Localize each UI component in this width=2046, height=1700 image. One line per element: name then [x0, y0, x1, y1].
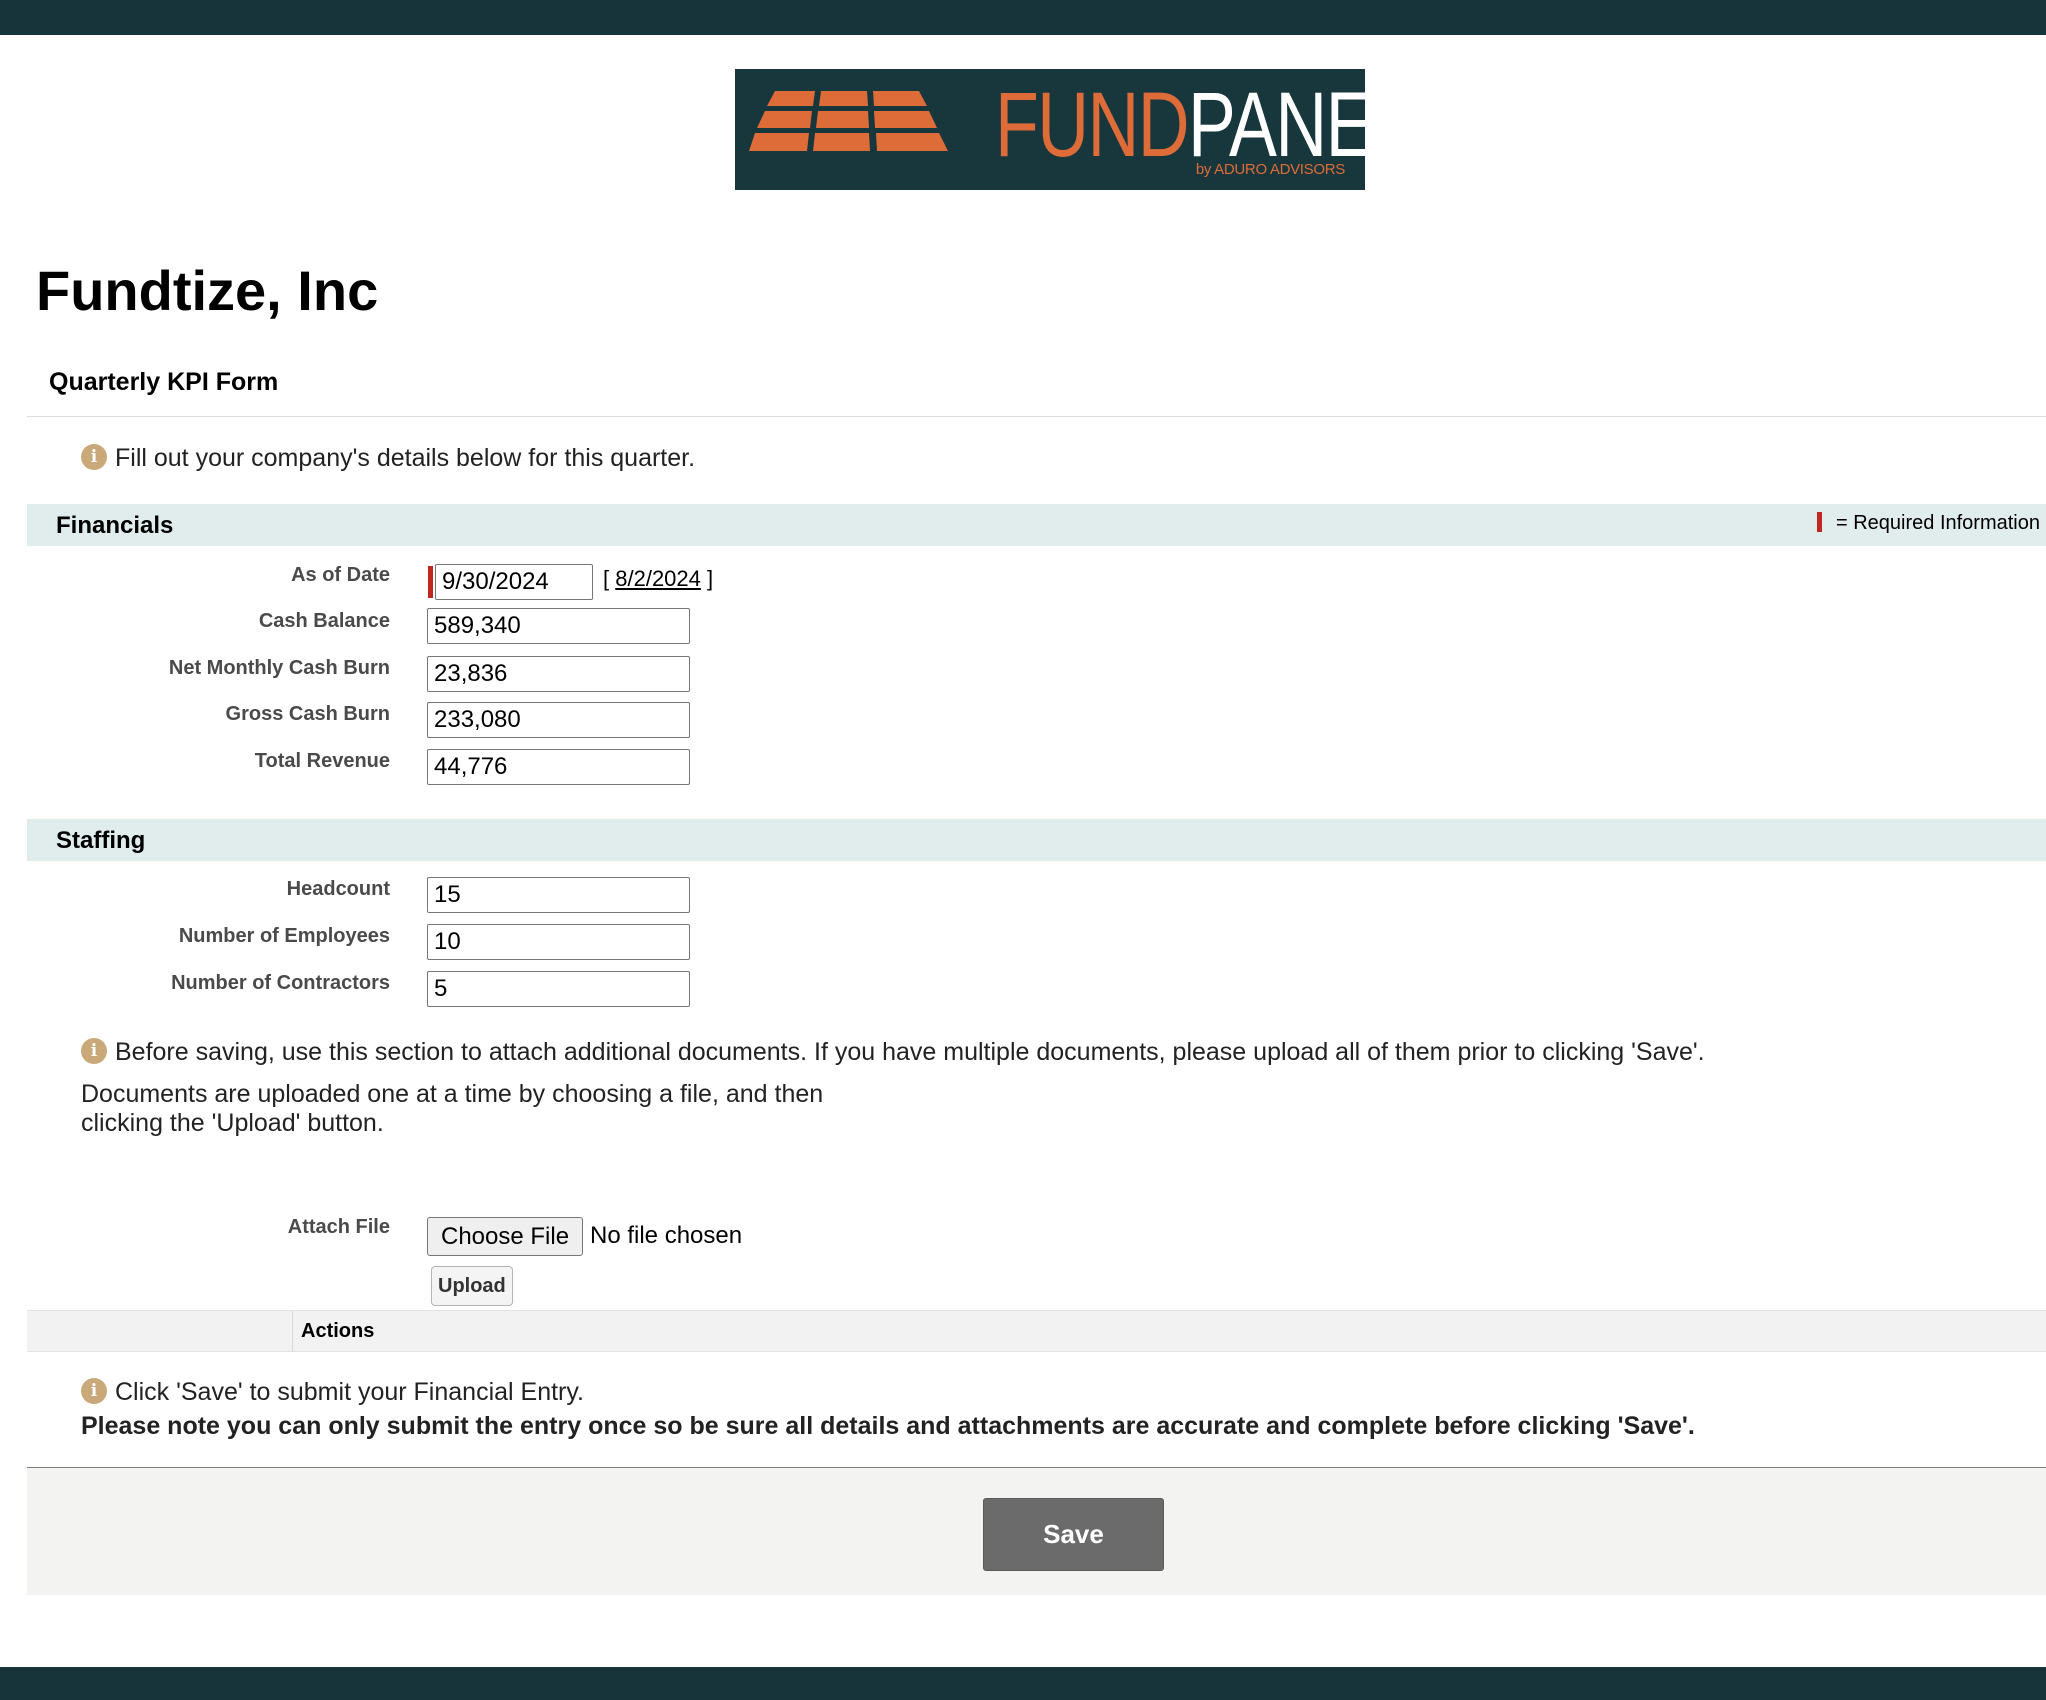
documents-note: i Before saving, use this section to atta…	[81, 1038, 1705, 1067]
intro-note: i Fill out your company's details below f…	[81, 444, 695, 473]
financials-section-header: Financials = Required Information	[27, 504, 2046, 546]
cash-balance-label: Cash Balance	[258, 610, 390, 632]
fundpanel-logo: FUNDPANEL by ADURO ADVISORS	[735, 69, 1412, 190]
title-divider	[27, 416, 2046, 417]
required-marker-icon	[428, 566, 433, 598]
bracket-close: ]	[707, 566, 714, 591]
actions-divider	[292, 1311, 293, 1351]
documents-instructions: Documents are uploaded one at a time by …	[81, 1080, 824, 1137]
documents-note-text: Before saving, use this section to attac…	[115, 1038, 1705, 1066]
form-title: Quarterly KPI Form	[49, 368, 279, 396]
logo-stripes-icon	[749, 91, 948, 151]
cash-balance-input[interactable]	[427, 608, 690, 644]
previous-date-link[interactable]: 8/2/2024	[615, 566, 701, 591]
staffing-section-header: Staffing	[27, 819, 2046, 861]
employees-input[interactable]	[427, 924, 690, 960]
intro-note-text: Fill out your company's details below fo…	[115, 444, 696, 472]
attach-file-label: Attach File	[287, 1216, 390, 1238]
total-revenue-label: Total Revenue	[254, 750, 390, 772]
as-of-date-suggestion: [ 8/2/2024 ]	[603, 566, 713, 592]
company-name: Fundtize, Inc	[36, 259, 379, 322]
logo-fund-text: FUND	[995, 74, 1190, 176]
headcount-label: Headcount	[286, 878, 390, 900]
info-icon: i	[81, 1378, 107, 1405]
gross-cash-burn-label: Gross Cash Burn	[225, 703, 390, 725]
save-panel: Save	[27, 1467, 2046, 1595]
top-header-bar	[0, 0, 2046, 35]
upload-button[interactable]: Upload	[431, 1266, 513, 1306]
save-warning: Please note you can only submit the entr…	[81, 1412, 1695, 1440]
info-icon: i	[81, 1038, 107, 1065]
actions-section-header: Actions	[27, 1310, 2046, 1352]
financials-title: Financials	[56, 512, 174, 539]
bracket-open: [	[603, 566, 610, 591]
gross-cash-burn-input[interactable]	[427, 702, 690, 738]
as-of-date-label: As of Date	[291, 564, 390, 586]
net-monthly-cash-burn-label: Net Monthly Cash Burn	[168, 657, 390, 679]
staffing-title: Staffing	[56, 827, 146, 854]
required-marker-icon	[1816, 511, 1822, 532]
logo-wordmark: FUNDPANEL	[995, 74, 1412, 176]
contractors-input[interactable]	[427, 971, 690, 1007]
logo-byline: by ADURO ADVISORS	[1195, 161, 1345, 178]
file-status: No file chosen	[590, 1222, 743, 1249]
contractors-label: Number of Contractors	[171, 972, 390, 994]
required-legend-text: = Required Information	[1835, 512, 2040, 534]
net-monthly-cash-burn-input[interactable]	[427, 656, 690, 692]
total-revenue-input[interactable]	[427, 749, 690, 785]
bottom-footer-bar	[0, 1667, 2046, 1700]
save-note: i Click 'Save' to submit your Financial E…	[81, 1378, 584, 1407]
save-note-text: Click 'Save' to submit your Financial En…	[115, 1378, 584, 1406]
as-of-date-input[interactable]	[435, 564, 593, 600]
required-legend: = Required Information	[1816, 511, 2040, 535]
headcount-input[interactable]	[427, 877, 690, 913]
save-button[interactable]: Save	[983, 1498, 1164, 1571]
info-icon: i	[81, 444, 107, 471]
employees-label: Number of Employees	[178, 925, 390, 947]
choose-file-button[interactable]: Choose File	[427, 1217, 584, 1256]
actions-title: Actions	[301, 1320, 375, 1342]
